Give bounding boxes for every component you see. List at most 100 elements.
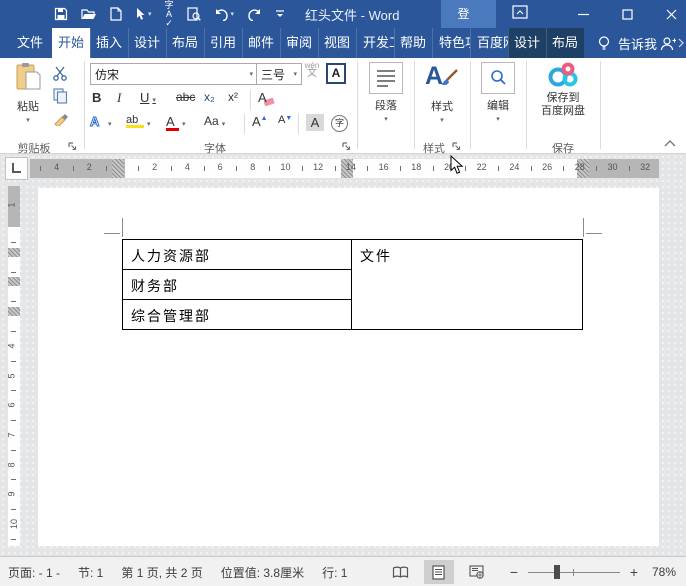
vertical-ruler[interactable]: 1 4 5 6 7 8 9 10 — [8, 186, 20, 546]
cut-icon[interactable] — [52, 66, 69, 84]
document-page[interactable]: 人力资源部 财务部 综合管理部 文件 — [38, 188, 659, 546]
minimize-button[interactable] — [568, 0, 598, 28]
change-case-button[interactable]: Aa ▾ — [204, 114, 225, 134]
font-name-combobox[interactable]: 仿宋 ▾ — [90, 63, 258, 85]
print-layout-button[interactable] — [423, 560, 454, 584]
text-effects-dropdown-icon[interactable]: ▾ — [108, 120, 112, 128]
bold-button[interactable]: B — [92, 90, 101, 110]
styles-dropdown-icon[interactable]: ▾ — [418, 116, 466, 124]
undo-icon[interactable]: ▾ — [214, 8, 235, 21]
table-cell-file[interactable]: 文件 — [360, 246, 392, 266]
underline-dropdown-icon[interactable]: ▾ — [152, 96, 156, 104]
status-page-number[interactable]: 页面: - 1 - — [8, 564, 60, 581]
tab-stop-selector[interactable] — [5, 157, 28, 180]
tab-review[interactable]: 审阅 — [280, 28, 318, 58]
paragraph-button[interactable]: 段落 ▾ — [362, 62, 410, 123]
tab-table-layout[interactable]: 布局 — [546, 28, 584, 58]
read-mode-button[interactable] — [386, 560, 416, 584]
highlight-button[interactable]: ab ▾ — [126, 114, 151, 134]
status-page-count[interactable]: 第 1 页, 共 2 页 — [121, 564, 202, 581]
character-border-icon[interactable]: A — [326, 63, 346, 84]
superscript-button[interactable]: x² — [228, 90, 238, 110]
font-color-dropdown-icon[interactable]: ▾ — [182, 120, 186, 128]
font-name-dropdown-icon[interactable]: ▾ — [249, 70, 253, 78]
underline-button[interactable]: U ▾ — [140, 90, 156, 110]
tab-home[interactable]: 开始 — [52, 28, 90, 58]
redo-icon[interactable] — [247, 8, 262, 21]
table-column-divider[interactable] — [351, 240, 352, 329]
horizontal-ruler[interactable]: 2 4 2 4 6 8 10 12 14 16 18 20 22 24 26 28 30 32 — [30, 159, 659, 178]
zoom-out-button[interactable]: − — [508, 564, 520, 580]
font-color-button[interactable]: A ▾ — [166, 114, 186, 134]
format-painter-icon[interactable] — [53, 110, 69, 129]
status-line-number[interactable]: 行: 1 — [322, 564, 347, 581]
editing-dropdown-icon[interactable]: ▾ — [474, 115, 522, 123]
tab-design[interactable]: 设计 — [128, 28, 166, 58]
table-row-marker[interactable] — [8, 307, 20, 316]
tab-insert[interactable]: 插入 — [90, 28, 128, 58]
phonetic-guide-icon[interactable]: wén 文 — [303, 62, 321, 79]
save-to-baidu-button[interactable]: 保存到 百度网盘 — [532, 62, 594, 118]
table-cell-finance[interactable]: 财务部 — [131, 276, 179, 296]
open-icon[interactable] — [81, 8, 97, 21]
subscript-button[interactable]: x₂ — [204, 90, 215, 110]
tab-mailings[interactable]: 邮件 — [242, 28, 280, 58]
close-button[interactable] — [656, 0, 686, 28]
save-icon[interactable] — [54, 7, 68, 21]
login-button[interactable]: 登录 — [441, 0, 496, 49]
character-shading-button[interactable]: A — [306, 114, 324, 131]
zoom-thumb[interactable] — [553, 565, 560, 579]
tab-baidu-netdisk[interactable]: 百度网盘 — [470, 28, 508, 58]
undo-dropdown-icon[interactable]: ▾ — [231, 10, 235, 18]
table-row-marker[interactable] — [8, 277, 20, 286]
clipboard-dialog-launcher-icon[interactable] — [68, 142, 77, 154]
zoom-in-button[interactable]: + — [628, 564, 640, 580]
status-position[interactable]: 位置值: 3.8厘米 — [221, 564, 304, 581]
zoom-slider[interactable] — [527, 564, 620, 580]
paragraph-dropdown-icon[interactable]: ▾ — [362, 115, 410, 123]
shrink-font-button[interactable]: A ▼ — [278, 114, 292, 134]
highlight-dropdown-icon[interactable]: ▾ — [147, 120, 151, 128]
tab-help[interactable]: 帮助 — [394, 28, 432, 58]
clear-formatting-button[interactable]: A — [258, 90, 276, 110]
print-preview-icon[interactable] — [186, 7, 201, 21]
font-dialog-launcher-icon[interactable] — [342, 142, 351, 154]
zoom-percentage[interactable]: 78% — [652, 565, 676, 579]
table-row-marker[interactable] — [8, 248, 20, 257]
share-person-icon[interactable] — [660, 28, 684, 58]
touch-mode-dropdown-icon[interactable]: ▾ — [148, 10, 152, 18]
strikethrough-button[interactable]: abc — [176, 90, 195, 110]
tab-file[interactable]: 文件 — [8, 28, 52, 58]
ribbon-display-options-icon[interactable] — [512, 4, 528, 24]
table-row-border[interactable] — [123, 299, 351, 300]
tell-me-box[interactable]: 告诉我 — [598, 28, 657, 58]
tab-layout[interactable]: 布局 — [166, 28, 204, 58]
enclose-characters-button[interactable]: 字 — [331, 115, 348, 132]
grow-font-button[interactable]: A ▲ — [252, 114, 268, 134]
web-layout-button[interactable] — [462, 560, 492, 584]
styles-button[interactable]: A 样式 ▾ — [418, 62, 466, 124]
new-document-icon[interactable] — [110, 7, 122, 21]
text-effects-button[interactable]: A — [89, 114, 99, 134]
collapse-ribbon-icon[interactable] — [664, 138, 676, 150]
table-cell-hr[interactable]: 人力资源部 — [131, 246, 211, 266]
editing-button[interactable]: 编辑 ▾ — [474, 62, 522, 123]
customize-qat-icon[interactable] — [275, 9, 285, 19]
paste-dropdown-icon[interactable]: ▾ — [8, 116, 48, 124]
paste-button[interactable]: 粘贴 ▾ — [8, 62, 48, 124]
tab-special-features[interactable]: 特色功能 — [432, 28, 470, 58]
styles-dialog-launcher-icon[interactable] — [452, 142, 461, 154]
change-case-dropdown-icon[interactable]: ▾ — [222, 120, 226, 128]
spell-check-icon[interactable]: 字A ✓ — [165, 0, 174, 28]
tab-developer[interactable]: 开发工具 — [356, 28, 394, 58]
table-cell-admin[interactable]: 综合管理部 — [131, 306, 211, 326]
tab-view[interactable]: 视图 — [318, 28, 356, 58]
tab-table-design[interactable]: 设计 — [508, 28, 546, 58]
copy-icon[interactable] — [53, 88, 68, 107]
table-row-border[interactable] — [123, 269, 351, 270]
font-size-combobox[interactable]: 三号 ▾ — [256, 63, 302, 85]
font-size-dropdown-icon[interactable]: ▾ — [293, 70, 297, 78]
document-table[interactable]: 人力资源部 财务部 综合管理部 文件 — [122, 239, 583, 330]
status-section[interactable]: 节: 1 — [78, 564, 103, 581]
tab-references[interactable]: 引用 — [204, 28, 242, 58]
